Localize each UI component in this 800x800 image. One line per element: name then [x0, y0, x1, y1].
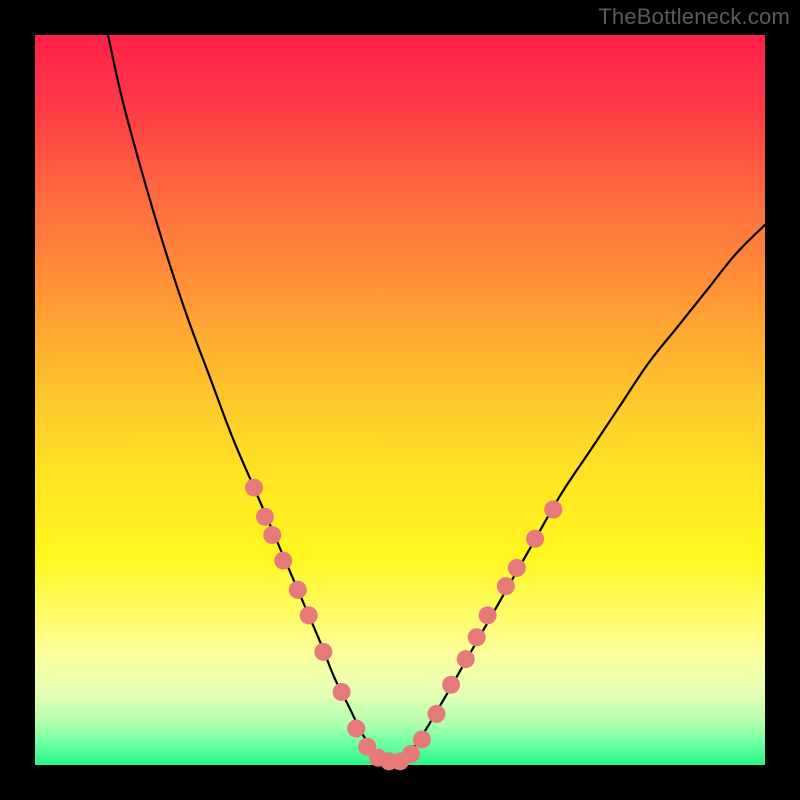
data-marker — [314, 643, 332, 661]
data-marker — [256, 508, 274, 526]
data-marker — [245, 479, 263, 497]
chart-frame: TheBottleneck.com — [0, 0, 800, 800]
data-marker — [274, 552, 292, 570]
watermark-text: TheBottleneck.com — [598, 4, 790, 30]
data-marker — [508, 559, 526, 577]
bottleneck-curve — [108, 35, 765, 761]
marker-group — [245, 479, 562, 771]
data-marker — [442, 676, 460, 694]
data-marker — [289, 581, 307, 599]
chart-svg — [35, 35, 765, 765]
data-marker — [428, 705, 446, 723]
plot-area — [35, 35, 765, 765]
data-marker — [300, 606, 318, 624]
data-marker — [544, 501, 562, 519]
data-marker — [497, 577, 515, 595]
data-marker — [526, 530, 544, 548]
data-marker — [457, 650, 475, 668]
data-marker — [468, 628, 486, 646]
data-marker — [333, 683, 351, 701]
data-marker — [347, 720, 365, 738]
data-marker — [413, 730, 431, 748]
data-marker — [263, 526, 281, 544]
data-marker — [402, 745, 420, 763]
data-marker — [479, 606, 497, 624]
